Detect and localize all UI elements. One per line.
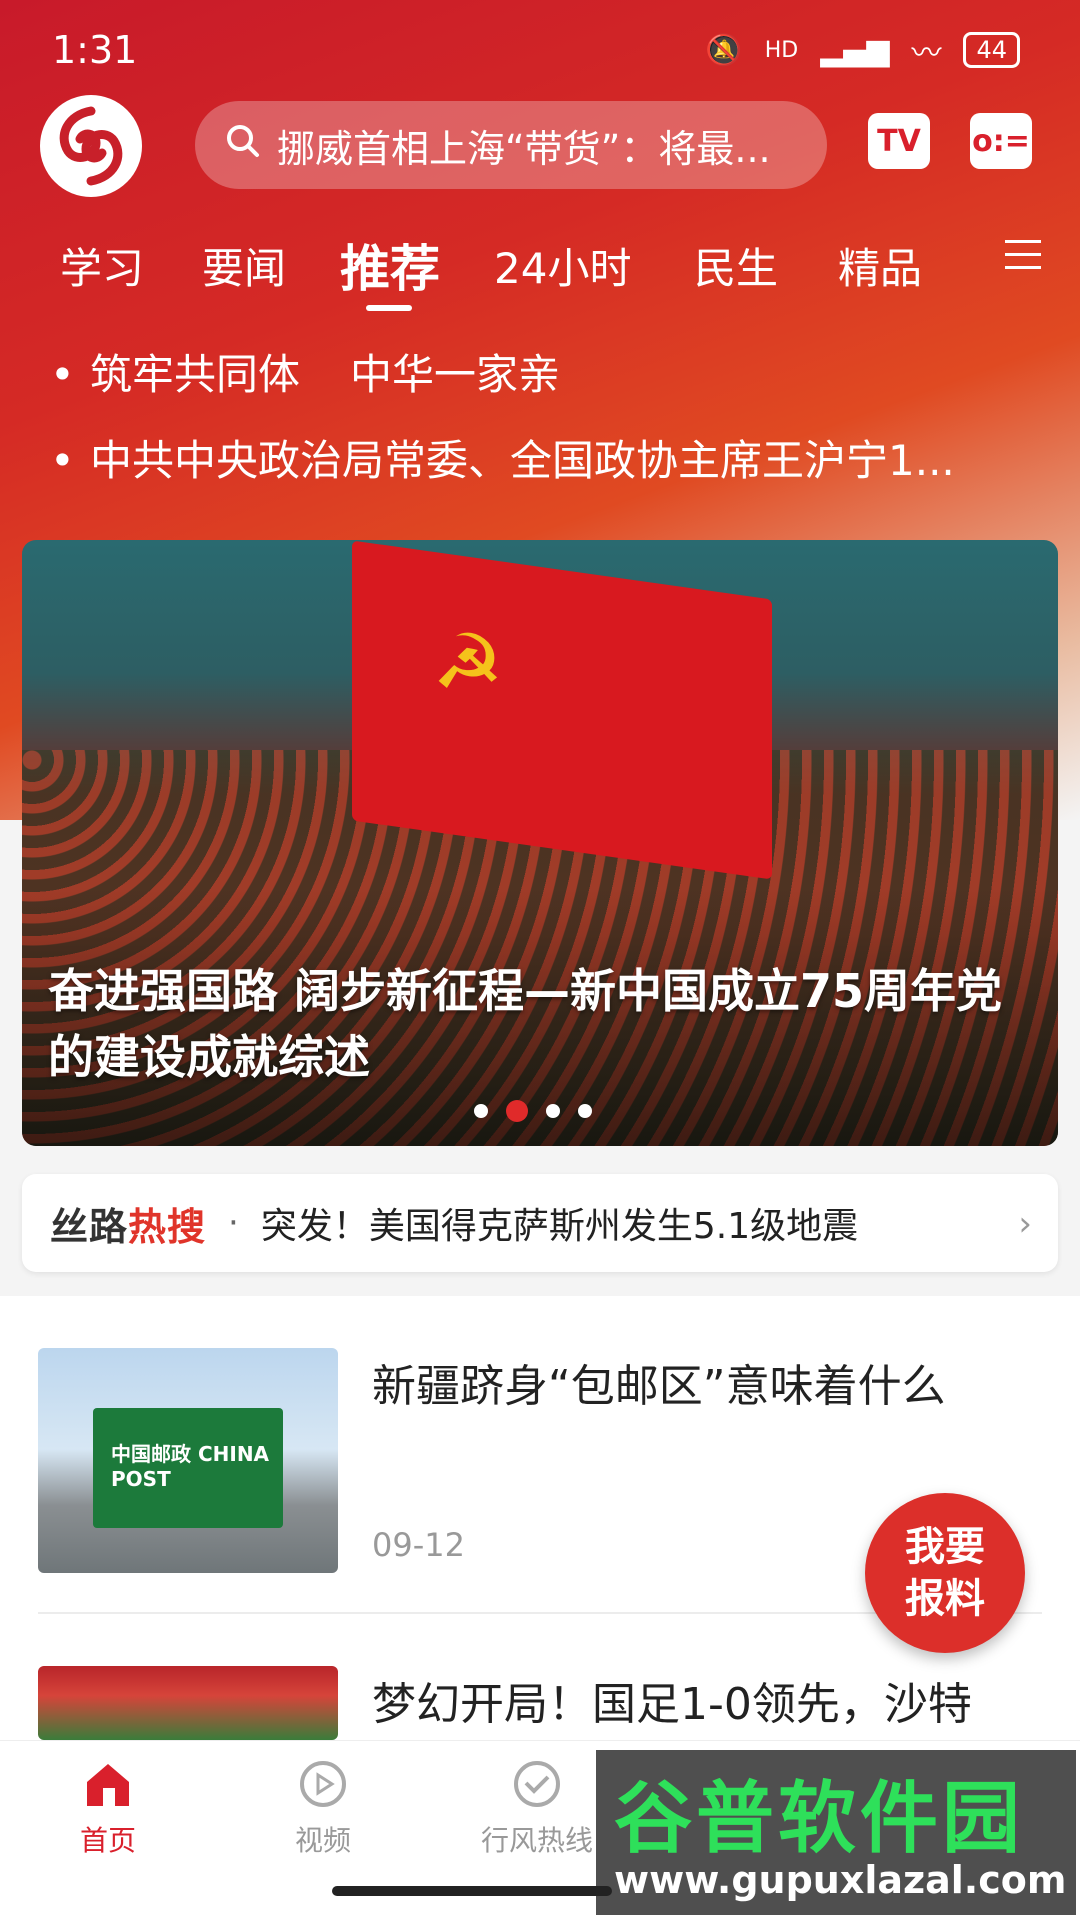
news-thumbnail — [38, 1666, 338, 1740]
nav-hotline[interactable]: 行风热线 — [462, 1759, 612, 1859]
news-date: 09-12 — [372, 1526, 465, 1564]
status-time: 1:31 — [52, 28, 138, 72]
carousel-dot[interactable] — [578, 1104, 592, 1118]
hot-search-text: 突发！美国得克萨斯州发生5.1级地震 — [260, 1206, 859, 1247]
menu-icon[interactable] — [1005, 240, 1041, 279]
nav-label: 视频 — [294, 1824, 351, 1857]
home-indicator[interactable] — [332, 1886, 612, 1896]
tab-24h[interactable]: 24小时 — [494, 235, 631, 296]
watermark: 谷普软件园 www.gupuxlazal.com — [596, 1750, 1076, 1915]
watermark-url: www.gupuxlazal.com — [614, 1858, 1067, 1902]
carousel-dot-active[interactable] — [506, 1100, 528, 1122]
active-tab-indicator — [366, 305, 412, 311]
banner-title: 奋进强国路 阔步新征程—新中国成立75周年党的建设成就综述 — [48, 964, 1003, 1084]
featured-banner[interactable]: ☭ 奋进强国路 阔步新征程—新中国成立75周年党的建设成就综述 — [22, 540, 1058, 1146]
separator: · — [228, 1203, 239, 1243]
tab-featured[interactable]: 精品 — [838, 235, 922, 296]
hammer-sickle-icon: ☭ — [432, 611, 504, 715]
chevron-right-icon: › — [1018, 1204, 1032, 1244]
search-placeholder: 挪威首相上海“带货”：将最... — [277, 126, 771, 171]
headline-item[interactable]: 中共中央政治局常委、全国政协主席王沪宁1... — [50, 431, 1020, 517]
radio-button[interactable]: o:= — [970, 113, 1032, 169]
signal-bars-icon: ▂▄▆ — [820, 32, 890, 68]
news-thumbnail: 中国邮政 CHINA POST — [38, 1348, 338, 1573]
carousel-dot[interactable] — [474, 1104, 488, 1118]
tab-news[interactable]: 要闻 — [202, 235, 286, 296]
headline-text: 中华一家亲 — [350, 350, 561, 399]
party-flag-image: ☭ — [352, 540, 772, 880]
app-logo[interactable] — [40, 95, 142, 197]
battery-icon: 44 — [963, 32, 1020, 68]
search-bar[interactable]: 挪威首相上海“带货”：将最... — [195, 101, 827, 189]
logo-swirl-icon — [59, 106, 123, 186]
status-bar: 1:31 🔕 HD ▂▄▆ 〰 44 — [0, 0, 1080, 100]
hot-search-bar[interactable]: 丝路热搜 · 突发！美国得克萨斯州发生5.1级地震 › — [22, 1174, 1058, 1272]
play-icon — [298, 1759, 348, 1809]
news-title: 新疆跻身“包邮区”意味着什么 — [372, 1361, 946, 1412]
search-icon — [225, 123, 261, 168]
top-row: 挪威首相上海“带货”：将最... TV o:= — [0, 95, 1080, 205]
headline-text: 筑牢共同体 — [90, 350, 301, 399]
tv-button[interactable]: TV — [868, 113, 930, 169]
headline-list: 筑牢共同体中华一家亲 中共中央政治局常委、全国政协主席王沪宁1... — [50, 345, 1020, 517]
wifi-icon: 〰 — [911, 36, 942, 71]
hotline-icon — [512, 1759, 562, 1809]
news-title: 梦幻开局！国足1-0领先，沙特 — [372, 1679, 972, 1730]
truck-image: 中国邮政 CHINA POST — [93, 1408, 283, 1528]
nav-label: 行风热线 — [480, 1824, 593, 1857]
hot-search-brand: 丝路热搜 — [50, 1204, 207, 1249]
tab-recommended[interactable]: 推荐 — [340, 229, 440, 301]
tab-study[interactable]: 学习 — [60, 235, 144, 296]
nav-label: 首页 — [79, 1824, 136, 1857]
mute-icon: 🔕 — [705, 32, 743, 68]
report-button[interactable]: 我要 报料 — [865, 1493, 1025, 1653]
tab-livelihood[interactable]: 民生 — [694, 235, 778, 296]
headline-item[interactable]: 筑牢共同体中华一家亲 — [50, 345, 1020, 431]
nav-video[interactable]: 视频 — [248, 1759, 398, 1859]
status-icons: 🔕 HD ▂▄▆ 〰 44 — [705, 28, 1020, 72]
watermark-title: 谷普软件园 — [614, 1774, 1025, 1864]
carousel-dot[interactable] — [546, 1104, 560, 1118]
carousel-dots — [474, 1100, 592, 1122]
home-icon — [83, 1759, 133, 1809]
signal-icon: HD — [764, 37, 799, 63]
channel-tabs: 学习 要闻 推荐 24小时 民生 精品 — [0, 225, 1080, 315]
nav-home[interactable]: 首页 — [33, 1759, 183, 1859]
